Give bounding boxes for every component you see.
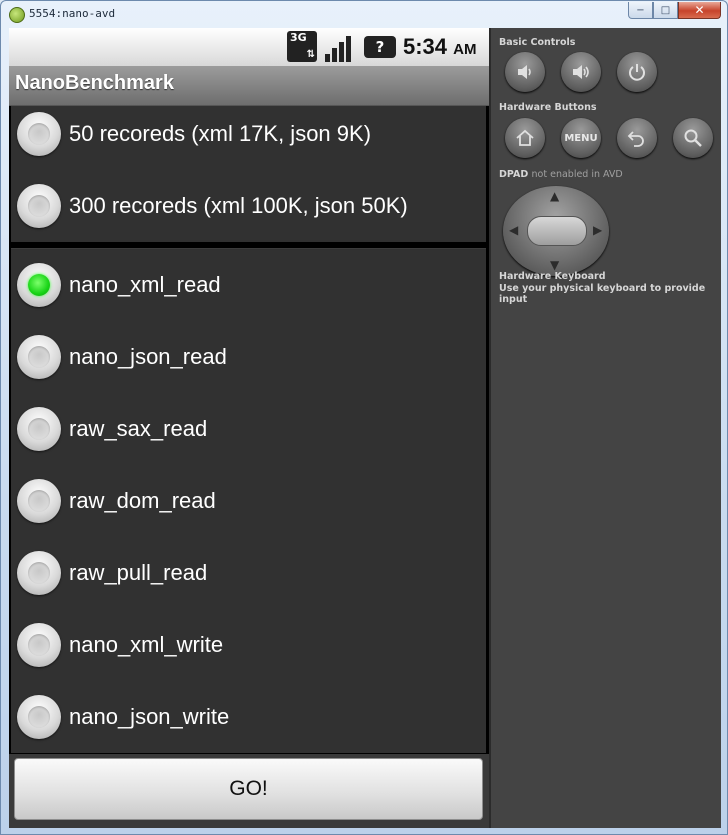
- keyboard-note: Use your physical keyboard to provide in…: [499, 283, 706, 305]
- radio-option-nano-json-read[interactable]: nano_json_read: [11, 321, 486, 393]
- radio-label: nano_json_write: [69, 704, 230, 729]
- keyboard-label: Hardware Keyboard: [499, 271, 606, 282]
- radio-option-raw-sax-read[interactable]: raw_sax_read: [11, 393, 486, 465]
- basic-controls-label: Basic Controls: [499, 37, 576, 48]
- app-title: NanoBenchmark: [15, 72, 174, 94]
- radio-label: raw_sax_read: [69, 416, 208, 441]
- radio-label: raw_dom_read: [69, 488, 216, 513]
- search-button[interactable]: [673, 118, 713, 158]
- search-icon: [684, 129, 702, 147]
- clock: 5:34 AM: [403, 34, 477, 60]
- radio-label: 300 recoreds (xml 100K, json 50K): [69, 193, 408, 218]
- radio-button[interactable]: [17, 112, 61, 156]
- dpad-label: DPAD not enabled in AVD: [499, 169, 623, 180]
- network-3g-icon: 3G ⇅: [287, 31, 317, 62]
- android-app-icon: [9, 7, 25, 23]
- radio-option-300-records[interactable]: 300 recoreds (xml 100K, json 50K): [11, 170, 486, 242]
- benchmark-method-group: nano_xml_read nano_json_read raw_sax_rea…: [11, 248, 486, 753]
- radio-button[interactable]: [17, 479, 61, 523]
- power-icon: [629, 64, 645, 81]
- device-screen[interactable]: 3G ⇅ ? 5:34 AM NanoBenchmark 50 recoreds…: [9, 28, 489, 828]
- radio-label: raw_pull_read: [69, 560, 208, 585]
- title-bar[interactable]: 5554:nano-avd − □ ✕: [1, 1, 727, 27]
- radio-button[interactable]: [17, 407, 61, 451]
- dpad-left-icon[interactable]: ◀: [509, 224, 518, 236]
- radio-button[interactable]: [17, 184, 61, 228]
- radio-label: nano_xml_read: [69, 272, 221, 297]
- volume-up-button[interactable]: [561, 52, 601, 92]
- go-button[interactable]: GO!: [14, 758, 483, 820]
- emulator-window: 5554:nano-avd − □ ✕ 3G ⇅ ? 5:34 AM NanoB…: [0, 0, 728, 835]
- dpad-right-icon[interactable]: ▶: [593, 224, 602, 236]
- radio-label: nano_xml_write: [69, 632, 224, 657]
- record-count-group: 50 recoreds (xml 17K, json 9K) 300 recor…: [11, 106, 486, 242]
- dpad-up-icon[interactable]: ▲: [550, 190, 559, 202]
- close-button[interactable]: ✕: [678, 2, 721, 19]
- radio-option-nano-json-write[interactable]: nano_json_write: [11, 681, 486, 753]
- radio-option-50-records[interactable]: 50 recoreds (xml 17K, json 9K): [11, 98, 486, 170]
- home-button[interactable]: [505, 118, 545, 158]
- volume-up-icon: [573, 65, 589, 79]
- window-controls: − □ ✕: [628, 2, 721, 19]
- hardware-buttons-label: Hardware Buttons: [499, 102, 597, 113]
- radio-option-nano-xml-read[interactable]: nano_xml_read: [11, 249, 486, 321]
- status-bar: 3G ⇅ ? 5:34 AM: [9, 28, 489, 66]
- window-title: 5554:nano-avd: [29, 7, 116, 20]
- minimize-button[interactable]: −: [628, 2, 653, 19]
- radio-option-nano-xml-write[interactable]: nano_xml_write: [11, 609, 486, 681]
- power-button[interactable]: [617, 52, 657, 92]
- radio-option-raw-dom-read[interactable]: raw_dom_read: [11, 465, 486, 537]
- radio-label: 50 recoreds (xml 17K, json 9K): [69, 121, 372, 146]
- network-type: 3G: [290, 31, 307, 44]
- data-arrows-icon: ⇅: [306, 49, 315, 60]
- clock-ampm: AM: [453, 41, 477, 58]
- menu-button[interactable]: MENU: [561, 118, 601, 158]
- dpad-down-icon[interactable]: ▼: [550, 259, 559, 271]
- dpad-title: DPAD: [499, 169, 529, 180]
- signal-strength-icon: [325, 32, 357, 62]
- radio-button[interactable]: [17, 335, 61, 379]
- radio-button[interactable]: [17, 263, 61, 307]
- volume-down-button[interactable]: [505, 52, 545, 92]
- dpad[interactable]: ▲ ▼ ◀ ▶: [503, 186, 609, 276]
- clock-time: 5:34: [403, 34, 448, 59]
- back-button[interactable]: [617, 118, 657, 158]
- button-bar: GO!: [9, 754, 489, 828]
- battery-unknown-icon: ?: [364, 36, 396, 58]
- radio-button[interactable]: [17, 623, 61, 667]
- radio-option-raw-pull-read[interactable]: raw_pull_read: [11, 537, 486, 609]
- radio-button[interactable]: [17, 551, 61, 595]
- radio-label: nano_json_read: [69, 344, 227, 369]
- maximize-button[interactable]: □: [653, 2, 678, 19]
- radio-button[interactable]: [17, 695, 61, 739]
- emulator-controls-panel: Basic Controls Hardware Buttons MENU DPA…: [489, 28, 721, 828]
- emulator-client-area: 3G ⇅ ? 5:34 AM NanoBenchmark 50 recoreds…: [9, 28, 721, 828]
- dpad-center-button[interactable]: [527, 216, 587, 246]
- home-icon: [516, 129, 534, 146]
- back-icon: [627, 131, 644, 147]
- dpad-note: not enabled in AVD: [531, 169, 623, 180]
- volume-down-icon: [518, 65, 531, 79]
